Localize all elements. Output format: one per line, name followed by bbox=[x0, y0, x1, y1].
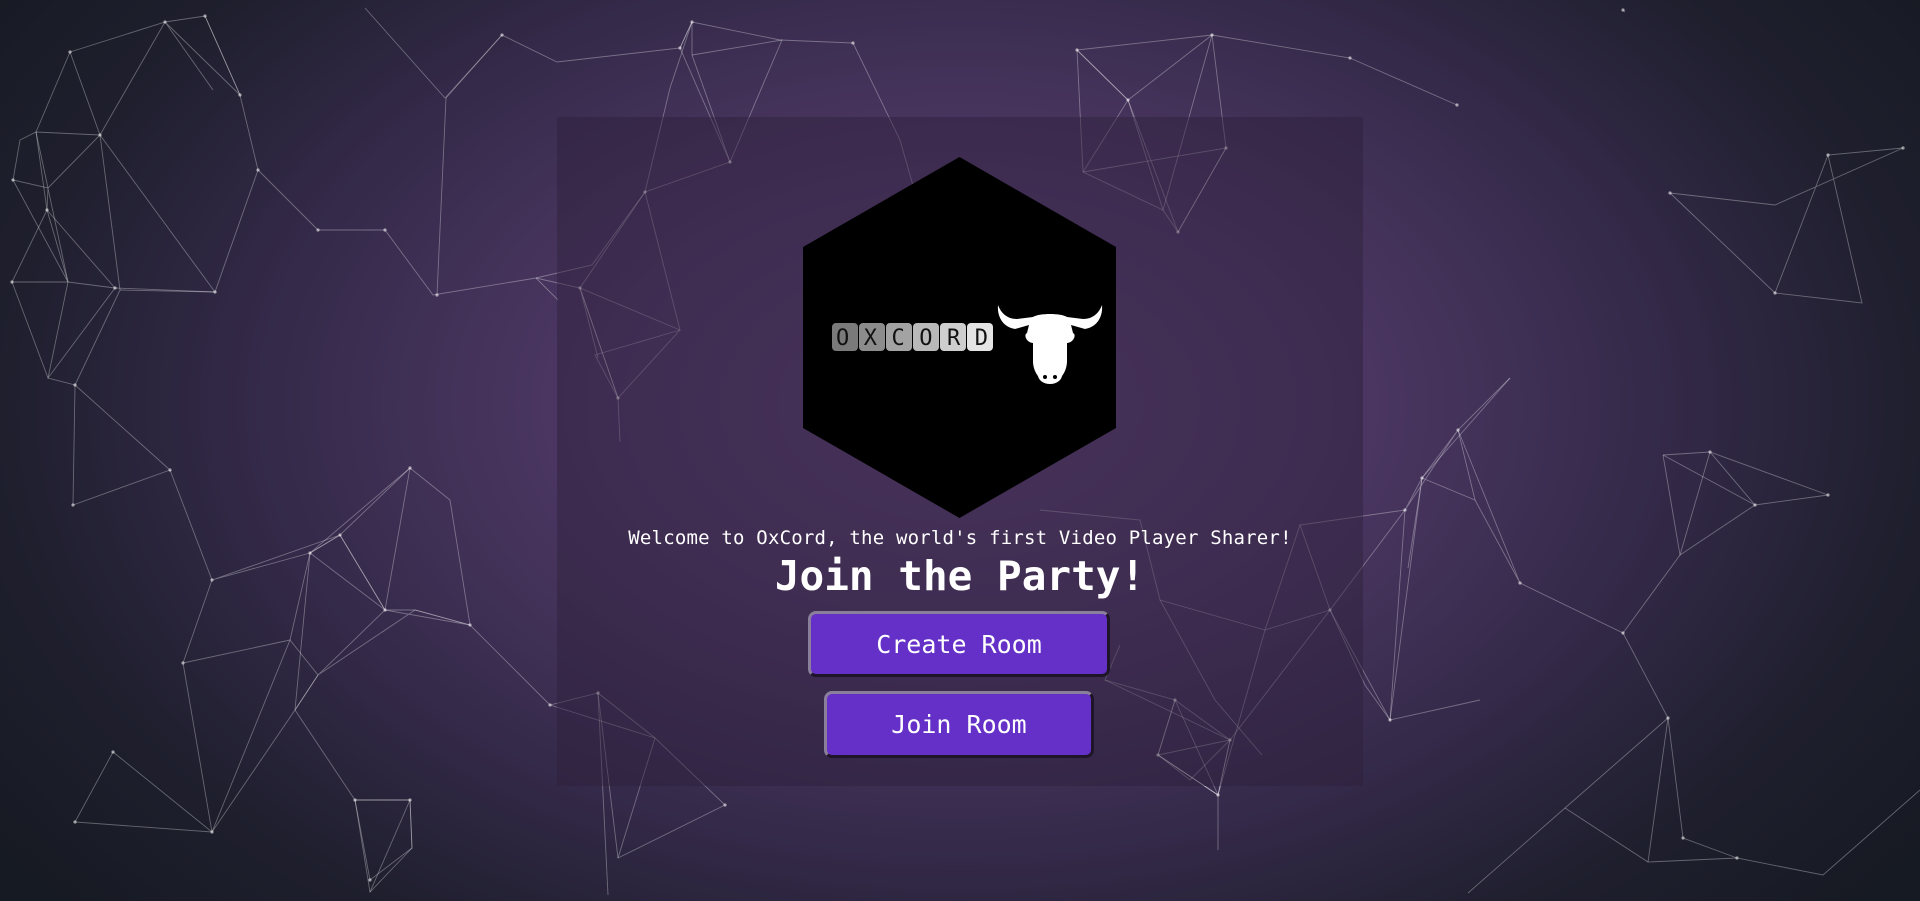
page-heading: Join the Party! bbox=[774, 552, 1146, 600]
create-room-button[interactable]: Create Room bbox=[808, 611, 1110, 677]
join-room-button[interactable]: Join Room bbox=[824, 691, 1094, 758]
oxcord-logo: OXCORD bbox=[803, 157, 1116, 518]
welcome-text: Welcome to OxCord, the world's first Vid… bbox=[628, 527, 1292, 549]
